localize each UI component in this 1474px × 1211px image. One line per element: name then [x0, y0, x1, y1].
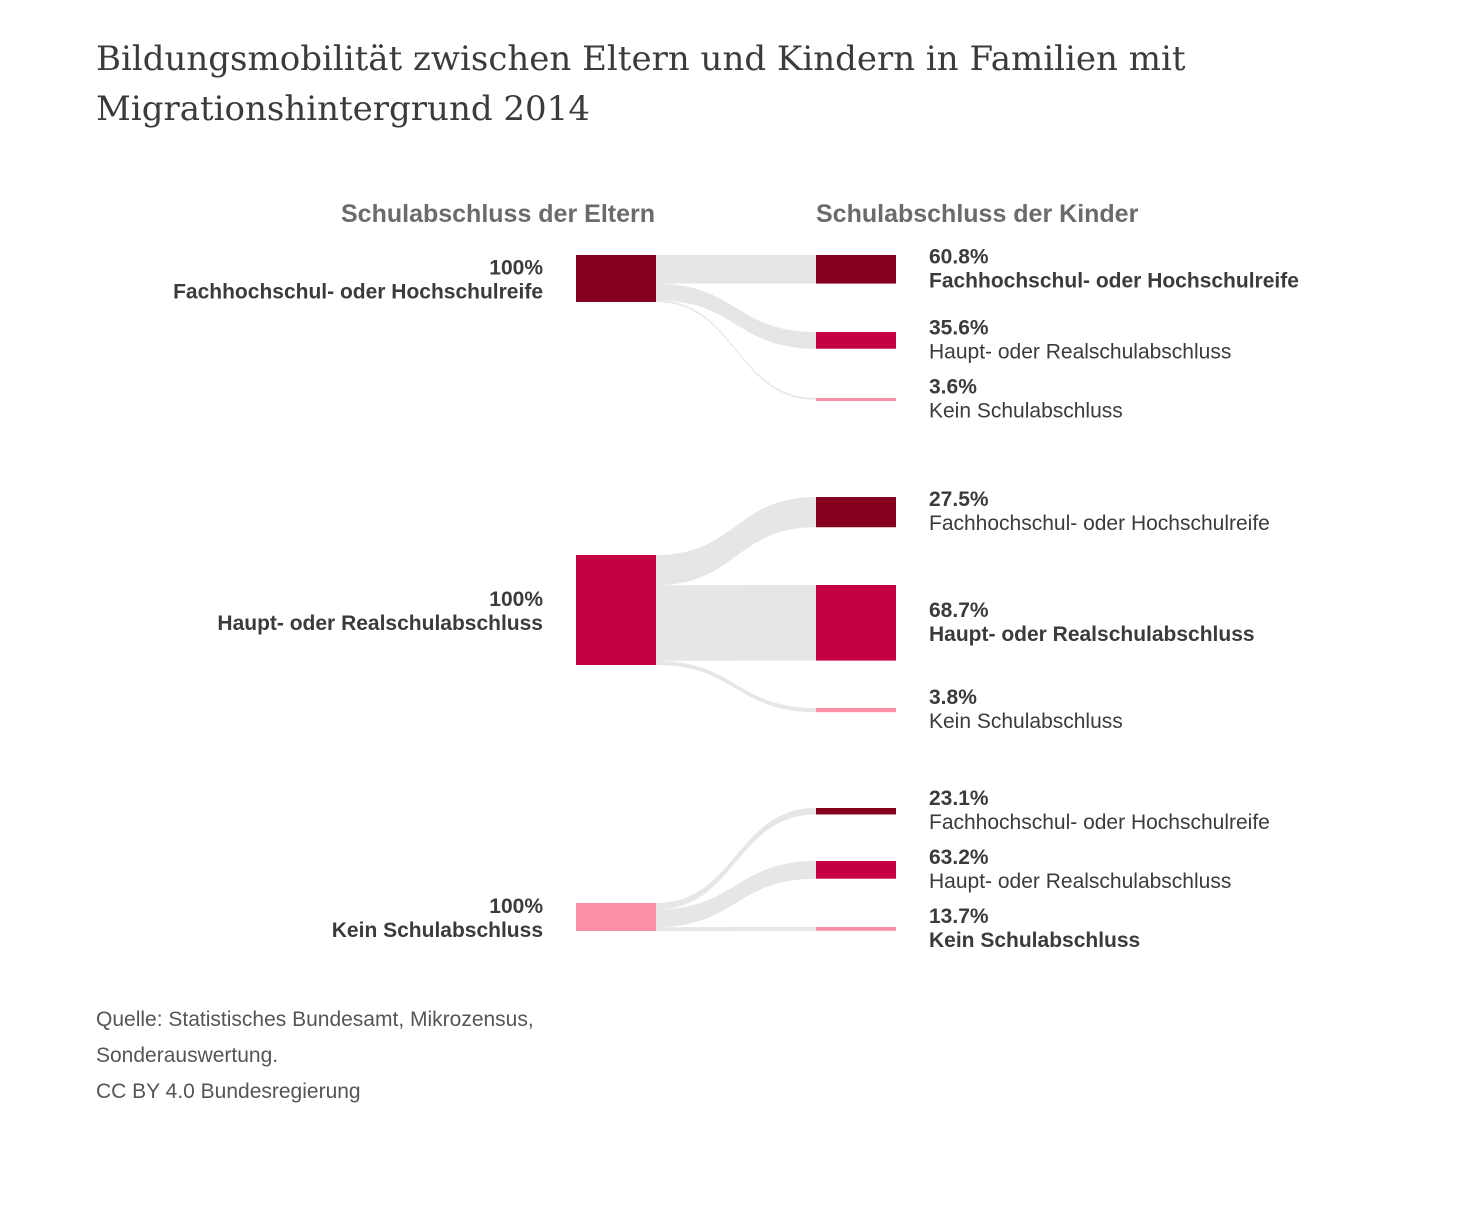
parent-pct-3: 100%: [489, 895, 543, 918]
flow-layer: [656, 255, 816, 931]
child-node-1-3: [816, 398, 896, 401]
parent-pct-2: 100%: [489, 588, 543, 611]
flow-2-1: [656, 497, 816, 586]
flow-2-2: [656, 585, 816, 661]
child-pct-2-3: 3.8%: [929, 686, 977, 709]
child-node-2-1: [816, 497, 896, 528]
parent-label-2: Haupt- oder Realschulabschluss: [217, 612, 543, 635]
child-label-2-1: Fachhochschul- oder Hochschulreife: [929, 512, 1270, 535]
child-node-3-3: [816, 927, 896, 931]
child-node-1-2: [816, 332, 896, 349]
child-label-1-3: Kein Schulabschluss: [929, 400, 1123, 423]
source-line-2: Sonderauswertung.: [96, 1044, 279, 1067]
child-label-3-2: Haupt- oder Realschulabschluss: [929, 870, 1231, 893]
parent-node-2: [576, 555, 656, 665]
parent-label-3: Kein Schulabschluss: [332, 919, 543, 942]
parent-label-1: Fachhochschul- oder Hochschulreife: [173, 281, 543, 304]
license-note: CC BY 4.0 Bundesregierung: [96, 1080, 361, 1103]
parent-node-3: [576, 903, 656, 931]
child-label-1-2: Haupt- oder Realschulabschluss: [929, 340, 1231, 363]
chart-footer: Quelle: Statistisches Bundesamt, Mikroze…: [96, 1002, 534, 1110]
child-label-1-1: Fachhochschul- oder Hochschulreife: [929, 269, 1299, 292]
child-pct-1-2: 35.6%: [929, 316, 989, 339]
source-line-1: Quelle: Statistisches Bundesamt, Mikroze…: [96, 1008, 534, 1031]
child-node-3-2: [816, 861, 896, 879]
child-pct-2-2: 68.7%: [929, 599, 989, 622]
parent-node-1: [576, 255, 656, 302]
child-node-1-1: [816, 255, 896, 284]
child-pct-3-1: 23.1%: [929, 787, 989, 810]
child-pct-1-1: 60.8%: [929, 245, 989, 268]
flow-1-1: [656, 255, 816, 284]
child-node-2-2: [816, 585, 896, 661]
flow-1-2: [656, 283, 816, 349]
child-node-3-1: [816, 808, 896, 815]
child-node-2-3: [816, 708, 896, 713]
child-pct-1-3: 3.6%: [929, 376, 977, 399]
flow-3-3: [656, 927, 816, 931]
parent-pct-1: 100%: [489, 257, 543, 280]
child-label-2-3: Kein Schulabschluss: [929, 710, 1123, 733]
left-column-header: Schulabschluss der Eltern: [341, 200, 655, 228]
flow-2-3: [656, 660, 816, 713]
child-pct-2-1: 27.5%: [929, 488, 989, 511]
child-label-3-1: Fachhochschul- oder Hochschulreife: [929, 811, 1270, 834]
flow-3-2: [656, 861, 816, 928]
child-pct-3-3: 13.7%: [929, 905, 989, 928]
right-column-header: Schulabschluss der Kinder: [816, 200, 1139, 228]
sankey-chart: Schulabschluss der Eltern Schulabschluss…: [173, 200, 1299, 952]
child-label-2-2: Haupt- oder Realschulabschluss: [929, 623, 1255, 646]
child-pct-3-2: 63.2%: [929, 846, 989, 869]
child-label-3-3: Kein Schulabschluss: [929, 929, 1140, 952]
